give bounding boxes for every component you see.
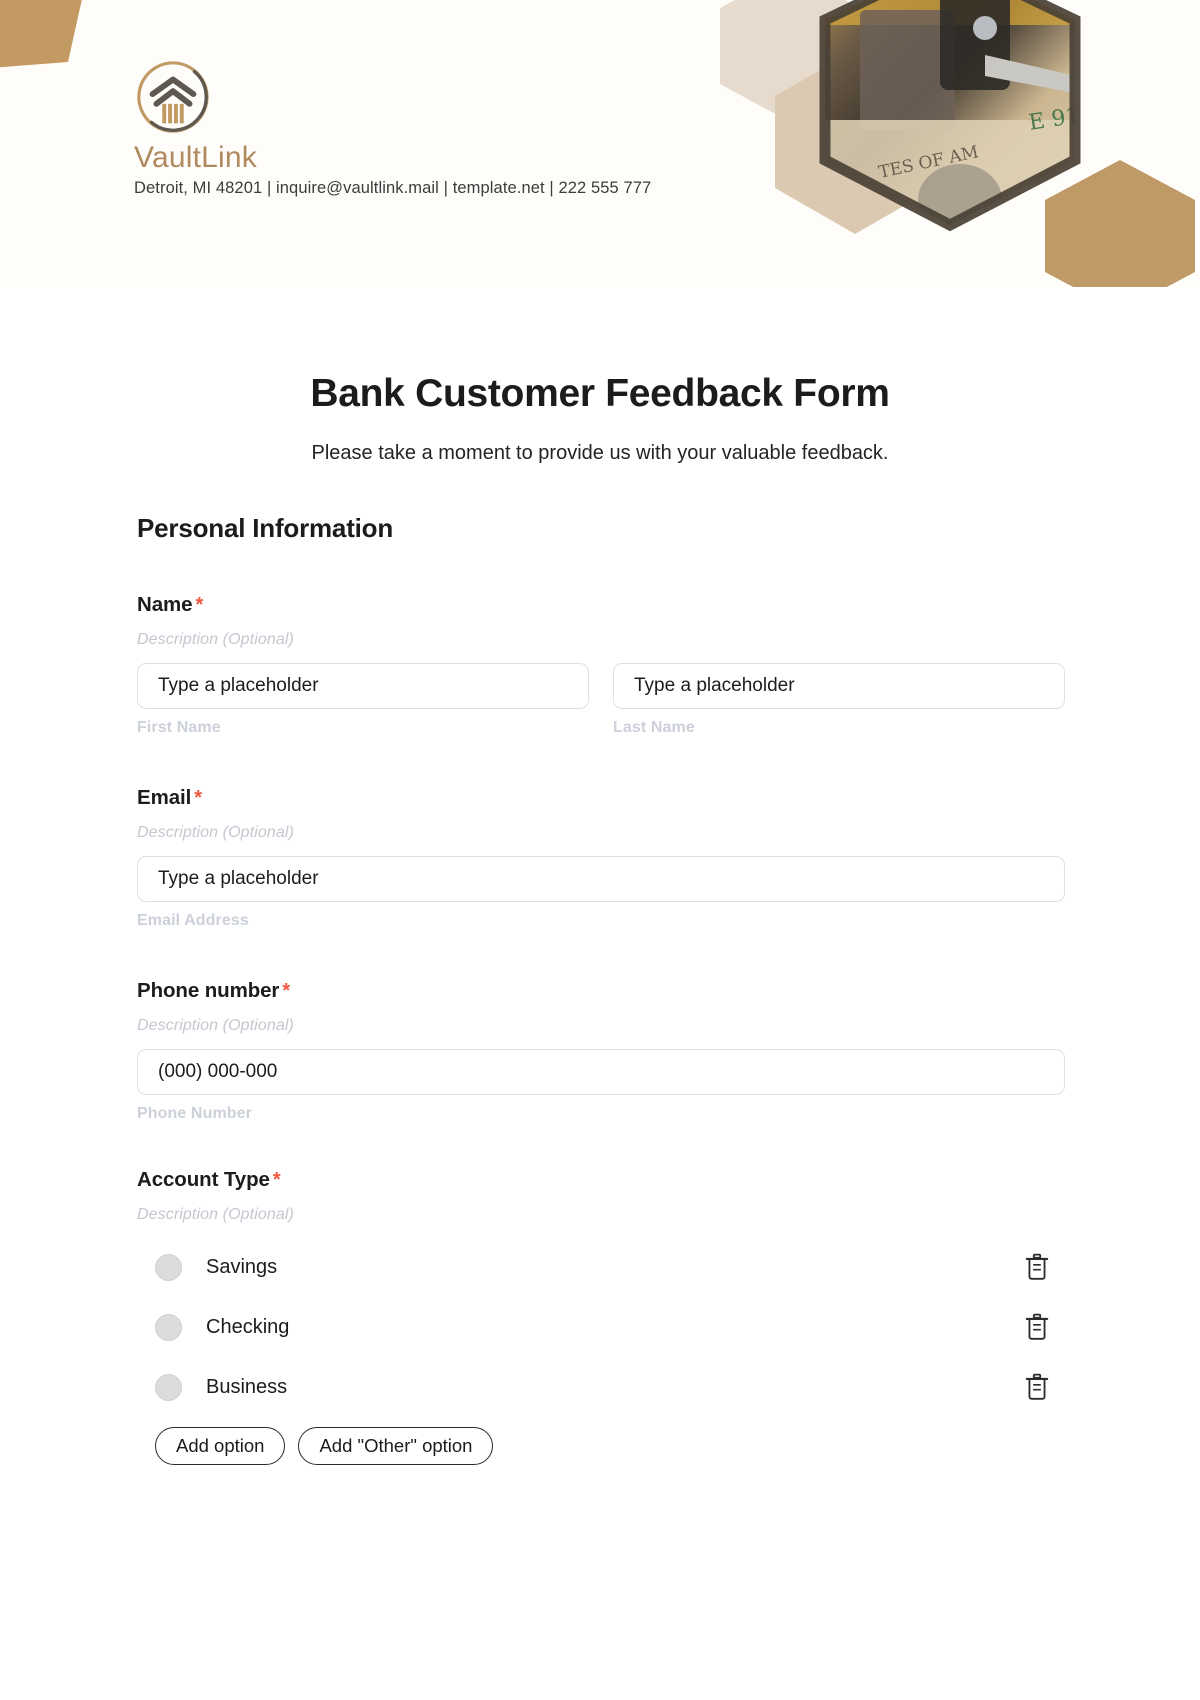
phone-input-row: Phone Number <box>137 1049 1065 1123</box>
brand-contact-line: Detroit, MI 48201 | inquire@vaultlink.ma… <box>134 178 652 197</box>
email-input-row: Email Address <box>137 856 1065 930</box>
field-phone-description: Description (Optional) <box>137 1017 294 1034</box>
field-name-description: Description (Optional) <box>137 631 294 648</box>
radio-button-savings[interactable] <box>155 1253 182 1281</box>
radio-button-checking[interactable] <box>155 1313 182 1341</box>
brand-name: VaultLink <box>134 141 257 174</box>
page-header: E 9181 TES OF AM VaultLink Detroit, MI 4… <box>0 0 1200 287</box>
name-input-row: First Name Last Name <box>137 663 1065 737</box>
last-name-sub-label: Last Name <box>613 719 695 736</box>
account-type-options: Savings Checking Business Add option Add… <box>137 1246 1065 1465</box>
email-input[interactable] <box>137 856 1065 902</box>
option-row[interactable]: Business <box>137 1366 1065 1408</box>
last-name-col: Last Name <box>613 663 1065 737</box>
phone-sub-label: Phone Number <box>137 1105 252 1122</box>
option-row[interactable]: Checking <box>137 1306 1065 1348</box>
form-content: Personal Information Name * Description (… <box>135 513 1065 1465</box>
field-phone-label-text: Phone number <box>137 979 280 1002</box>
field-email-description: Description (Optional) <box>137 824 294 841</box>
add-other-option-button[interactable]: Add "Other" option <box>298 1427 494 1465</box>
first-name-sub-label: First Name <box>137 719 221 736</box>
field-account-type-label: Account Type * <box>137 1168 1065 1192</box>
add-option-button[interactable]: Add option <box>155 1427 286 1465</box>
field-account-type-description: Description (Optional) <box>137 1206 294 1223</box>
option-row[interactable]: Savings <box>137 1246 1065 1288</box>
field-phone: Phone number* Description (Optional) Pho… <box>137 979 1065 1123</box>
section-heading-personal-information: Personal Information <box>137 513 394 543</box>
form-page: E 9181 TES OF AM VaultLink Detroit, MI 4… <box>0 0 1200 1700</box>
field-name-label: Name * <box>137 593 1065 617</box>
first-name-col: First Name <box>137 663 589 737</box>
option-label: Savings <box>206 1255 278 1278</box>
field-email: Email* Description (Optional) Email Addr… <box>137 786 1065 930</box>
required-asterisk: * <box>194 787 202 809</box>
trash-icon[interactable] <box>1024 1253 1050 1281</box>
phone-input[interactable] <box>137 1049 1065 1095</box>
required-asterisk: * <box>272 1169 281 1191</box>
option-label: Business <box>206 1375 288 1398</box>
last-name-input[interactable] <box>613 663 1065 709</box>
email-col: Email Address <box>137 856 1065 930</box>
field-account-type: Account Type * Description (Optional) Sav… <box>137 1168 1065 1465</box>
form-body: Bank Customer Feedback Form Please take … <box>0 287 1200 1465</box>
page-subtitle: Please take a moment to provide us with … <box>311 442 889 464</box>
vault-pillar-emblem-icon <box>137 61 209 133</box>
field-email-label: Email * <box>137 786 1065 810</box>
trash-icon[interactable] <box>1024 1313 1050 1341</box>
required-asterisk: * <box>282 980 290 1002</box>
phone-col: Phone Number <box>137 1049 1065 1123</box>
required-asterisk: * <box>195 594 204 616</box>
field-name: Name* Description (Optional) First Name … <box>137 593 1065 737</box>
page-title: Bank Customer Feedback Form <box>310 372 890 415</box>
field-name-label-text: Name <box>137 593 193 616</box>
field-phone-label: Phone number * <box>137 979 1065 1003</box>
radio-button-business[interactable] <box>155 1373 182 1401</box>
email-sub-label: Email Address <box>137 912 249 929</box>
field-account-type-label-text: Account Type <box>137 1168 270 1191</box>
option-label: Checking <box>206 1315 290 1338</box>
add-option-row: Add option Add "Other" option <box>137 1427 1065 1465</box>
trash-icon[interactable] <box>1024 1373 1050 1401</box>
brand-block: VaultLink Detroit, MI 48201 | inquire@va… <box>134 58 774 198</box>
field-email-label-text: Email <box>137 786 192 809</box>
first-name-input[interactable] <box>137 663 589 709</box>
